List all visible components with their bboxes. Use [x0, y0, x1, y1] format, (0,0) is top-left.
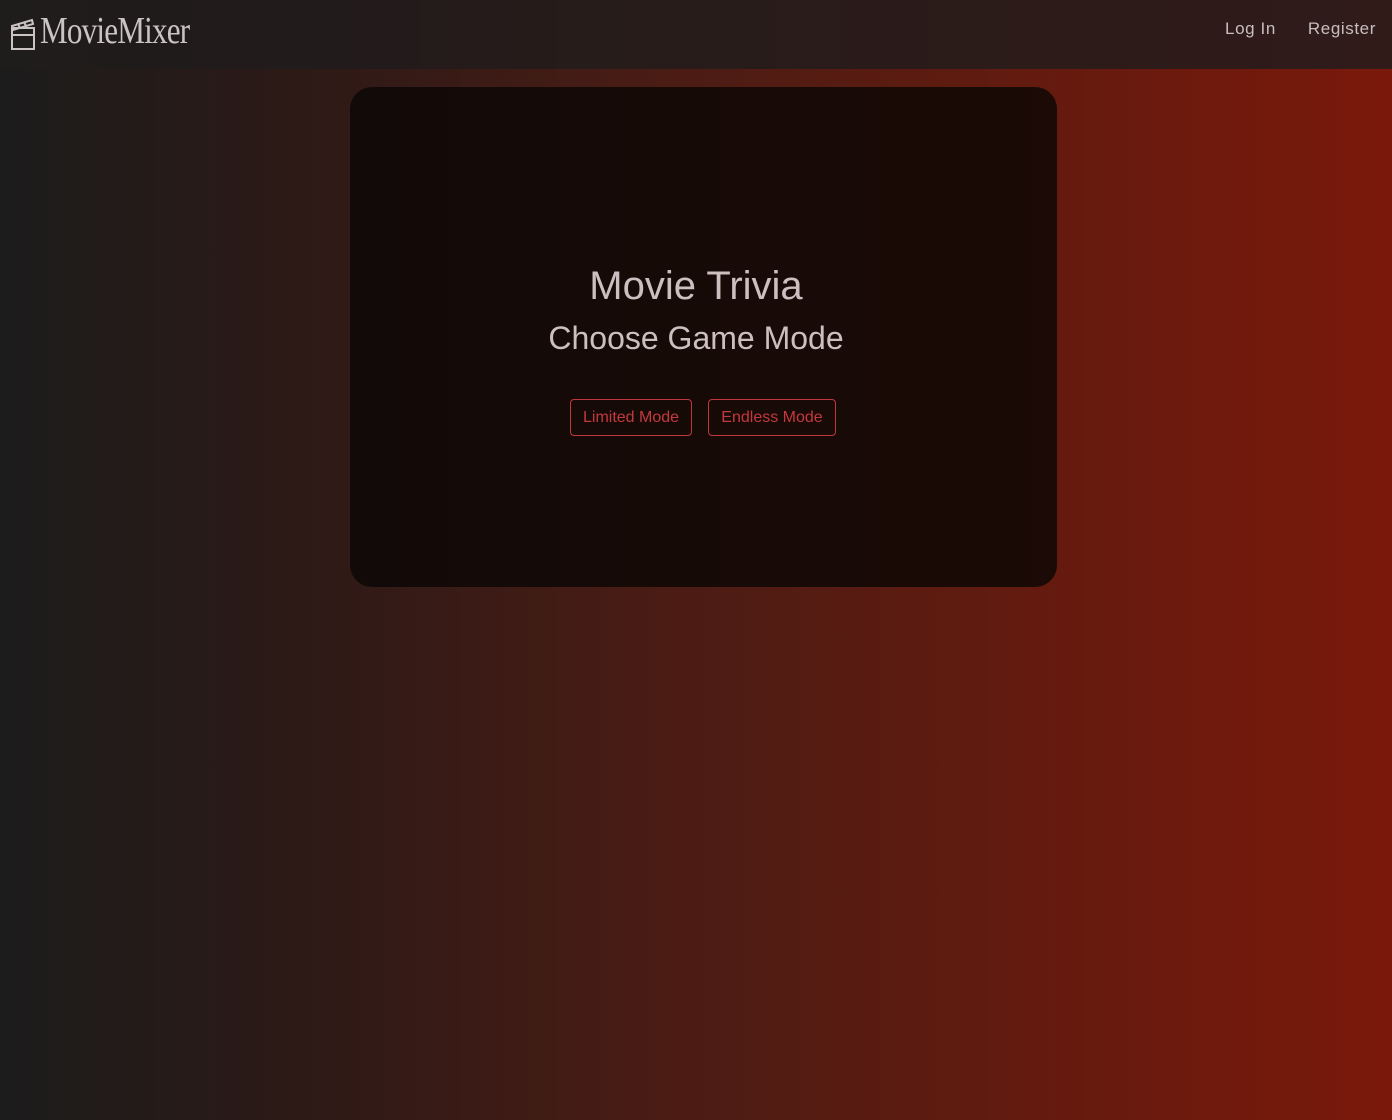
page-title: Movie Trivia	[589, 264, 803, 308]
limited-mode-button[interactable]: Limited Mode	[570, 399, 692, 436]
login-link[interactable]: Log In	[1225, 19, 1276, 39]
brand-name: MovieMixer	[40, 10, 190, 52]
register-link[interactable]: Register	[1308, 19, 1376, 39]
brand-logo-link[interactable]: MovieMixer	[10, 10, 222, 52]
endless-mode-button[interactable]: Endless Mode	[708, 399, 836, 436]
nav-links: Log In Register	[1225, 19, 1376, 39]
top-navbar: MovieMixer Log In Register	[0, 0, 1392, 69]
clapperboard-icon	[10, 11, 36, 51]
page-subtitle: Choose Game Mode	[548, 320, 844, 356]
